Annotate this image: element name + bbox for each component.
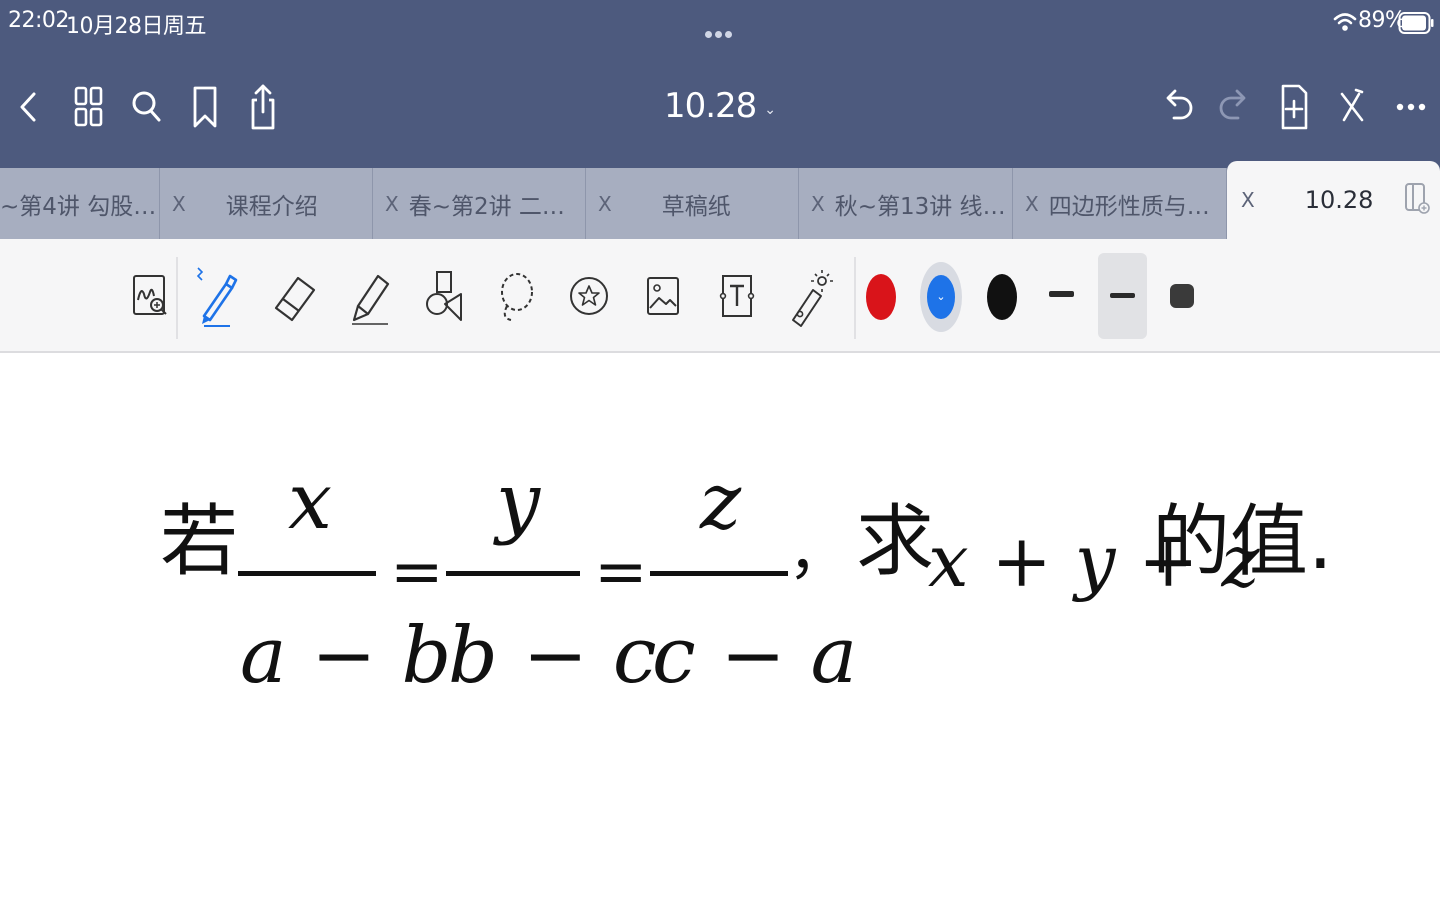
pen-toolbar: ⌄ (0, 239, 1440, 353)
problem-prefix: 若 (160, 497, 239, 587)
document-title: 10.28 (663, 86, 757, 126)
tab-active-10-28[interactable]: X 10.28 (1227, 161, 1440, 239)
problem-ask: 求 (856, 497, 935, 587)
fraction-3-bar (650, 571, 788, 576)
fraction-2-bar (446, 571, 580, 576)
redo-icon[interactable] (1215, 82, 1255, 132)
undo-icon[interactable] (1157, 82, 1197, 132)
status-date: 10月28日周五 (66, 14, 207, 39)
page-sidebar-icon[interactable] (1404, 181, 1430, 215)
tab-close-button[interactable]: X (385, 192, 399, 216)
eraser-icon[interactable] (270, 264, 320, 328)
tab-label: 10.28 (1304, 186, 1374, 214)
tab-label: 草稿纸 (661, 193, 731, 220)
stroke-medium-option-selected[interactable] (1098, 253, 1147, 339)
pen-off-icon[interactable] (1332, 82, 1372, 132)
image-icon[interactable] (638, 264, 688, 328)
fraction-3-numerator: z (700, 457, 742, 547)
sticker-icon[interactable] (564, 264, 614, 328)
text-box-icon[interactable] (711, 264, 761, 328)
back-icon[interactable] (10, 82, 50, 132)
fraction-1-bar (238, 571, 376, 576)
grid-icon[interactable] (68, 82, 108, 132)
fraction-3-denominator: c − a (652, 611, 858, 701)
highlighter-icon[interactable] (344, 264, 394, 328)
color-blue-swatch-selected[interactable]: ⌄ (920, 262, 962, 332)
tab-strip: ~第4讲 勾股定理 X 课程介绍 X 春~第2讲 二次根... X 草稿纸 X … (0, 161, 1440, 239)
tab-label: ~第4讲 勾股定理 (0, 193, 159, 220)
tab-line-segment[interactable]: X 秋~第13讲 线段... (799, 168, 1013, 239)
toolbar-divider (854, 257, 856, 339)
fraction-1-denominator: a − b (240, 611, 452, 701)
search-icon[interactable] (126, 82, 166, 132)
share-icon[interactable] (243, 82, 283, 132)
tab-quadratic-root[interactable]: X 春~第2讲 二次根... (373, 168, 586, 239)
wifi-icon (1333, 13, 1357, 31)
note-canvas[interactable]: 若 x a − b = y b − c = z c − a ， 求 x + y … (0, 355, 1440, 900)
fraction-1-numerator: x (288, 457, 332, 547)
problem-suffix: 的值. (1152, 497, 1333, 587)
handwriting-zoom-icon[interactable] (125, 264, 175, 328)
pen-icon[interactable] (190, 264, 240, 328)
tab-close-button[interactable]: X (598, 192, 612, 216)
tab-close-button[interactable]: X (1025, 192, 1039, 216)
comma: ， (788, 518, 848, 588)
shapes-icon[interactable] (417, 264, 467, 328)
stroke-thick-option[interactable] (1170, 284, 1194, 308)
tab-label: 课程介绍 (225, 193, 318, 220)
status-bar: 22:02 10月28日周五 89% (0, 0, 1440, 50)
equals-sign-2: = (594, 535, 648, 609)
color-black-swatch[interactable] (987, 274, 1017, 320)
fraction-2-denominator: b − c (448, 611, 657, 701)
add-page-icon[interactable] (1274, 82, 1314, 132)
tab-label: 四边形性质与判定... (1048, 193, 1226, 220)
tab-close-button[interactable]: X (172, 192, 186, 216)
tab-gougu[interactable]: ~第4讲 勾股定理 (0, 168, 160, 239)
tab-course-intro[interactable]: X 课程介绍 (160, 168, 373, 239)
math-problem: 若 x a − b = y b − c = z c − a ， 求 x + y … (0, 355, 1440, 900)
tab-quadrilateral[interactable]: X 四边形性质与判定... (1013, 168, 1227, 239)
top-toolbar: 10.28 ⌄ (0, 50, 1440, 168)
laser-pointer-icon[interactable] (785, 264, 835, 328)
more-icon[interactable] (1391, 82, 1431, 132)
document-title-button[interactable]: 10.28 ⌄ (600, 82, 840, 130)
tab-close-button[interactable]: X (811, 192, 825, 216)
tab-label: 春~第2讲 二次根... (408, 193, 585, 220)
multitasking-dots-icon[interactable] (705, 23, 737, 38)
tab-label: 秋~第13讲 线段... (834, 193, 1012, 220)
chevron-down-icon: ⌄ (764, 102, 777, 118)
toolbar-divider (176, 257, 178, 339)
lasso-icon[interactable] (491, 264, 541, 328)
color-red-swatch[interactable] (866, 274, 896, 320)
bookmark-icon[interactable] (185, 82, 225, 132)
tab-scratch-paper[interactable]: X 草稿纸 (586, 168, 799, 239)
chevron-down-icon: ⌄ (927, 275, 955, 319)
stroke-thin-option[interactable] (1049, 291, 1074, 297)
tab-close-button[interactable]: X (1241, 188, 1255, 212)
fraction-2-numerator: y (496, 457, 541, 547)
status-time: 22:02 (8, 8, 69, 33)
battery-icon (1398, 12, 1434, 34)
equals-sign-1: = (390, 535, 444, 609)
